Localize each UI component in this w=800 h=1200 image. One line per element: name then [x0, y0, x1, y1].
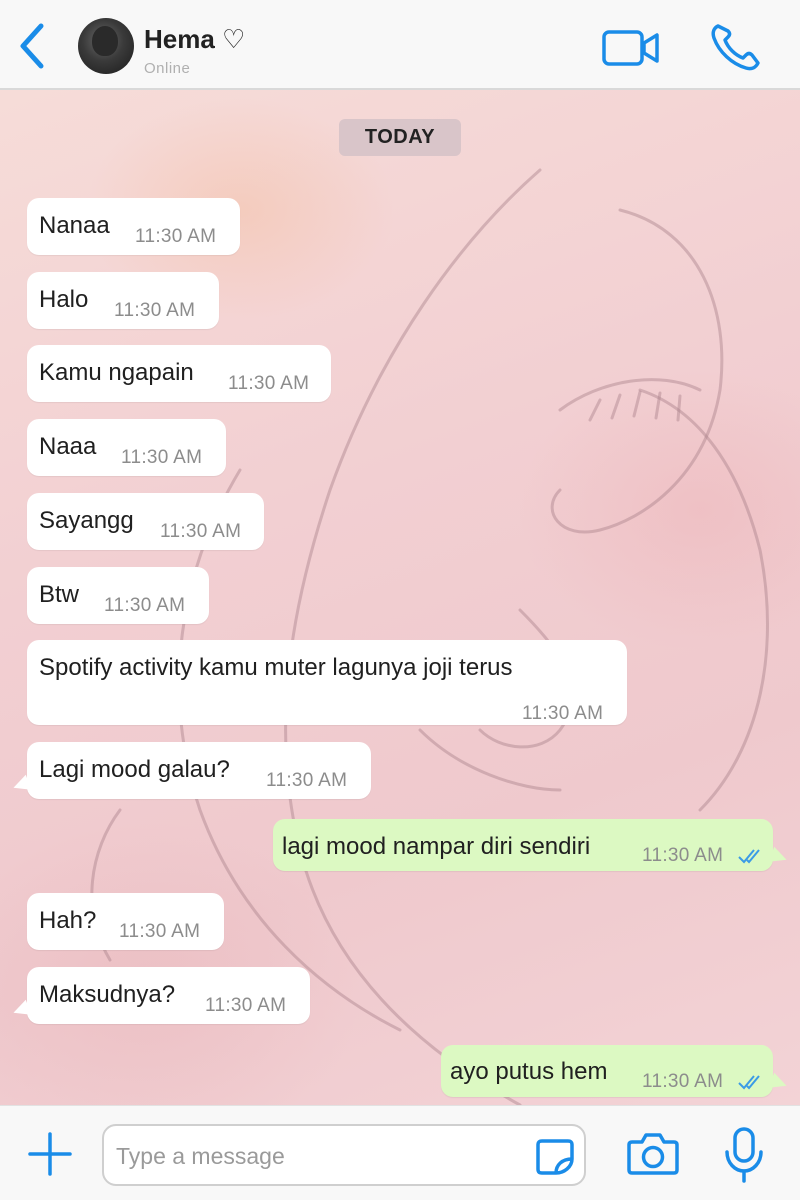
message-text: Halo: [39, 286, 89, 313]
camera-button[interactable]: [626, 1128, 680, 1178]
back-button[interactable]: [10, 20, 54, 72]
message-time: 11:30 AM: [119, 921, 201, 942]
date-separator: TODAY: [339, 119, 461, 156]
avatar[interactable]: [78, 18, 134, 74]
voice-message-button[interactable]: [722, 1126, 766, 1184]
video-camera-icon: [602, 30, 659, 66]
message-time: 11:30 AM: [104, 595, 186, 616]
message-text: Kamu ngapain: [39, 359, 194, 386]
message-bubble-incoming[interactable]: Maksudnya? 11:30 AM: [27, 967, 310, 1024]
message-input[interactable]: [116, 1134, 526, 1178]
chat-background: TODAY Nanaa 11:30 AM Halo 11:30 AM Kamu …: [0, 90, 800, 1105]
message-time: 11:30 AM: [205, 995, 287, 1016]
attach-button[interactable]: [26, 1130, 74, 1178]
microphone-icon: [725, 1127, 763, 1183]
message-bubble-incoming[interactable]: Sayangg 11:30 AM: [27, 493, 264, 550]
message-time: 11:30 AM: [121, 447, 203, 468]
message-text: Spotify activity kamu muter lagunya joji…: [39, 654, 513, 681]
message-text: Sayangg: [39, 507, 134, 534]
message-bubble-incoming[interactable]: Btw 11:30 AM: [27, 567, 209, 624]
message-bubble-incoming[interactable]: Nanaa 11:30 AM: [27, 198, 240, 255]
message-time: 11:30 AM: [135, 226, 217, 247]
message-time: 11:30 AM: [228, 373, 310, 394]
message-bubble-incoming[interactable]: Hah? 11:30 AM: [27, 893, 224, 950]
double-check-icon: [738, 849, 760, 864]
phone-icon: [711, 24, 760, 71]
message-text: Nanaa: [39, 212, 110, 239]
message-time: 11:30 AM: [266, 770, 348, 791]
message-bubble-incoming[interactable]: Lagi mood galau? 11:30 AM: [27, 742, 371, 799]
message-time: 11:30 AM: [642, 1071, 724, 1092]
sticker-icon: [536, 1139, 574, 1175]
sticker-button[interactable]: [534, 1137, 576, 1177]
contact-status: Online: [144, 60, 191, 77]
message-text: Lagi mood galau?: [39, 756, 230, 783]
message-bubble-incoming[interactable]: Kamu ngapain 11:30 AM: [27, 345, 331, 402]
voice-call-button[interactable]: [706, 20, 766, 72]
message-time: 11:30 AM: [114, 300, 196, 321]
message-text: lagi mood nampar diri sendiri: [282, 833, 591, 860]
chat-header: Hema ♡ Online: [0, 0, 800, 90]
plus-icon: [28, 1132, 72, 1176]
message-bubble-incoming[interactable]: Naaa 11:30 AM: [27, 419, 226, 476]
message-bubble-incoming[interactable]: Spotify activity kamu muter lagunya joji…: [27, 640, 627, 725]
video-call-button[interactable]: [600, 26, 662, 70]
message-input-container: [102, 1124, 586, 1186]
message-composer: [0, 1105, 800, 1200]
message-bubble-outgoing[interactable]: ayo putus hem 11:30 AM: [441, 1045, 773, 1097]
contact-name[interactable]: Hema ♡: [144, 24, 245, 55]
double-check-icon: [738, 1075, 760, 1090]
chevron-left-icon: [20, 23, 44, 69]
message-time: 11:30 AM: [642, 845, 724, 866]
camera-icon: [627, 1133, 679, 1175]
message-bubble-outgoing[interactable]: lagi mood nampar diri sendiri 11:30 AM: [273, 819, 773, 871]
message-text: Naaa: [39, 433, 97, 460]
message-text: Hah?: [39, 907, 97, 934]
message-text: Maksudnya?: [39, 981, 176, 1008]
message-time: 11:30 AM: [522, 703, 604, 724]
message-time: 11:30 AM: [160, 521, 242, 542]
message-text: Btw: [39, 581, 80, 608]
message-text: ayo putus hem: [450, 1058, 608, 1085]
message-bubble-incoming[interactable]: Halo 11:30 AM: [27, 272, 219, 329]
